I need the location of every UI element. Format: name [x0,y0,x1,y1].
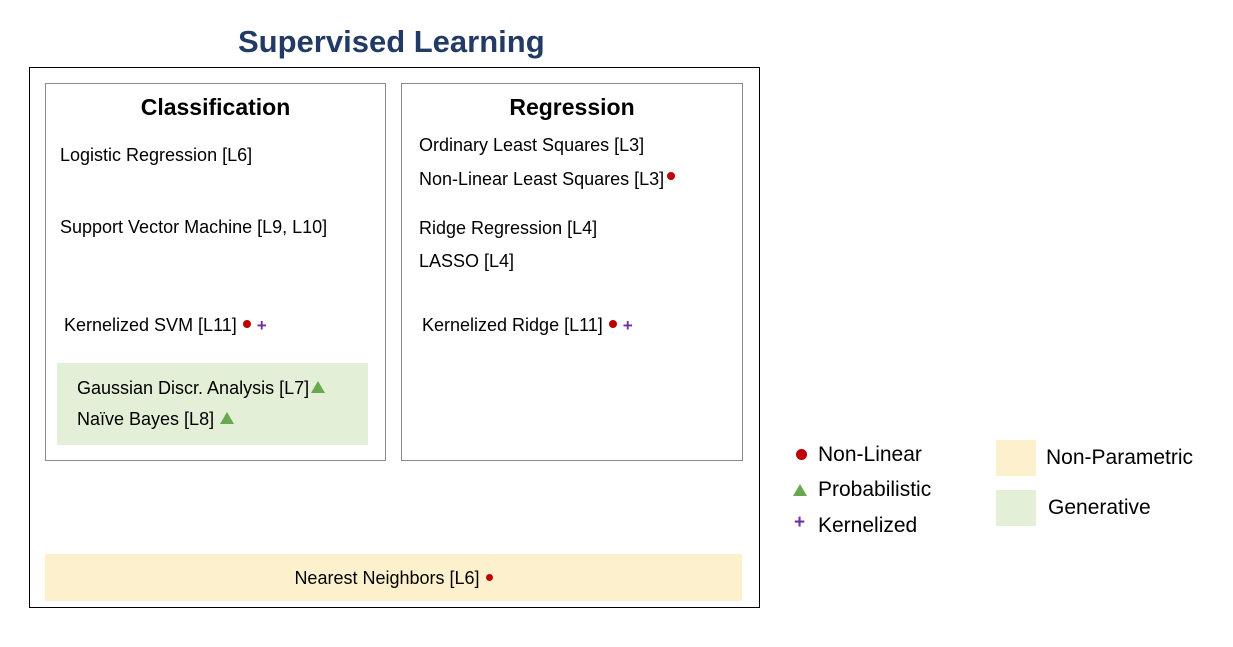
non-parametric-region: Nearest Neighbors [L6] [45,554,742,601]
diagram-title: Supervised Learning [238,24,545,59]
nlls-label: Non-Linear Least Squares [L3] [419,169,665,189]
generative-region: Gaussian Discr. Analysis [L7] Naïve Baye… [57,363,368,445]
non-linear-dot-icon [485,573,493,581]
gda-label: Gaussian Discr. Analysis [L7] [77,378,310,398]
ols-label: Ordinary Least Squares [L3] [419,135,645,155]
naive-bayes-item: Naïve Bayes [L8] [77,409,235,429]
ols-item: Ordinary Least Squares [L3] [419,135,644,155]
regression-title: Regression [509,94,635,120]
probabilistic-triangle-icon [220,412,235,425]
logistic-regression-item: Logistic Regression [L6] [60,145,252,165]
classification-title: Classification [140,94,291,120]
generative-legend-swatch [996,490,1036,526]
kernelized-ridge-item: Kernelized Ridge [L11] + [422,315,633,335]
non-linear-dot-icon [608,320,617,329]
lasso-item: LASSO [L4] [419,251,514,271]
kernelized-legend-plus-icon: + [794,512,806,533]
kernelized-plus-icon: + [622,315,633,335]
nlls-item: Non-Linear Least Squares [L3] [419,169,676,189]
probabilistic-legend-label: Probabilistic [818,478,932,501]
non-parametric-legend-swatch [996,440,1036,476]
non-linear-dot-icon [667,172,676,181]
regression-panel: Regression Ordinary Least Squares [L3] N… [401,83,743,461]
kernelized-plus-icon: + [256,315,267,335]
kernelized-svm-item: Kernelized SVM [L11] + [64,315,267,335]
svm-label: Support Vector Machine [L9, L10] [60,217,328,237]
probabilistic-legend-triangle-icon [793,484,807,496]
non-parametric-legend-label: Non-Parametric [1046,446,1194,469]
lasso-label: LASSO [L4] [419,251,515,271]
kernelized-legend-label: Kernelized [818,514,918,537]
non-linear-dot-icon [242,320,251,329]
classification-panel: Classification Logistic Regression [L6] … [45,83,386,461]
legend: Non-Linear Probabilistic + Kernelized No… [790,440,1210,550]
nearest-neighbors-label: Nearest Neighbors [L6] [294,568,480,588]
svm-item: Support Vector Machine [L9, L10] [60,217,327,237]
ridge-label: Ridge Regression [L4] [419,218,598,238]
probabilistic-triangle-icon [311,381,326,394]
kernelized-ridge-label: Kernelized Ridge [L11] [422,315,603,335]
logistic-regression-label: Logistic Regression [L6] [60,145,253,165]
non-linear-legend-label: Non-Linear [818,443,922,466]
kernelized-svm-label: Kernelized SVM [L11] [64,315,237,335]
generative-legend-label: Generative [1048,496,1151,519]
non-linear-legend-dot-icon [796,449,807,460]
nearest-neighbors-item: Nearest Neighbors [L6] [45,568,742,588]
naive-bayes-label: Naïve Bayes [L8] [77,409,215,429]
gda-item: Gaussian Discr. Analysis [L7] [77,378,326,398]
ridge-item: Ridge Regression [L4] [419,218,597,238]
